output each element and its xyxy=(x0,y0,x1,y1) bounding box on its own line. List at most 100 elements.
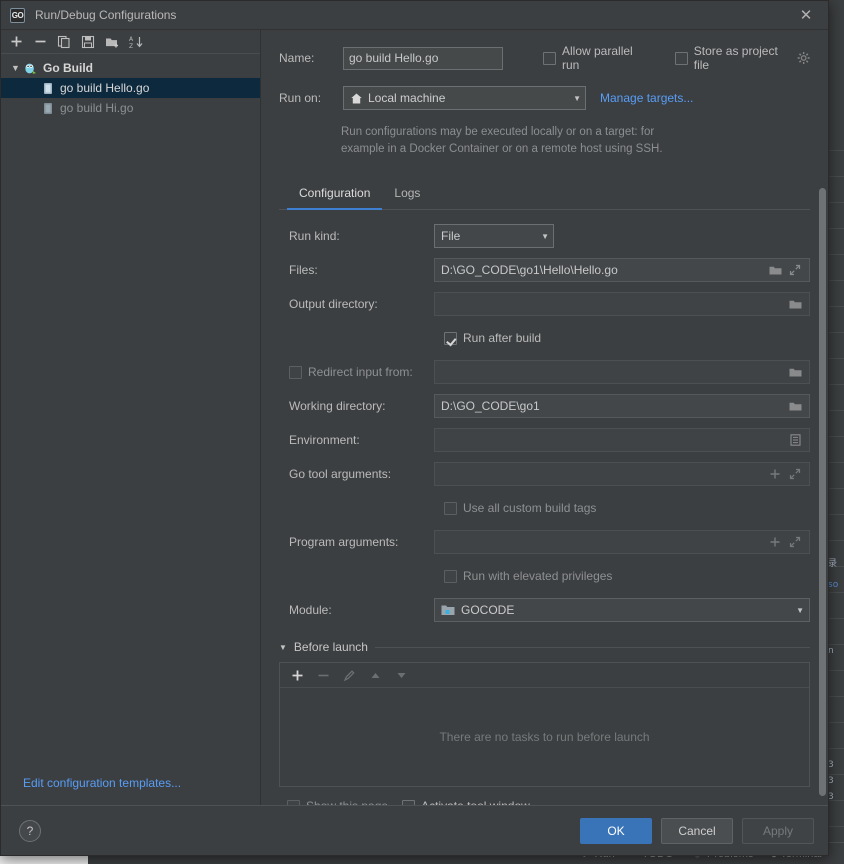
editor-text-fragment: 录 xyxy=(828,559,838,569)
folder-glyph xyxy=(789,402,801,410)
working-directory-value: D:\GO_CODE\go1 xyxy=(441,399,540,413)
plus-icon[interactable] xyxy=(766,532,784,552)
environment-row: Environment: xyxy=(279,428,810,452)
checkbox-box xyxy=(444,501,457,515)
expand-icon[interactable] xyxy=(786,532,804,552)
folder-browse-icon[interactable] xyxy=(786,294,804,314)
scrollbar-thumb[interactable] xyxy=(819,188,826,796)
new-folder-button[interactable] xyxy=(101,31,123,53)
plus-glyph xyxy=(770,469,780,479)
module-dropdown[interactable]: GOCODE ▼ xyxy=(434,598,810,622)
copy-configuration-button[interactable] xyxy=(53,31,75,53)
tree-group-go-build[interactable]: ▼ Go Build xyxy=(1,58,260,78)
working-directory-input[interactable]: D:\GO_CODE\go1 xyxy=(434,394,810,418)
run-on-hint: Run configurations may be executed local… xyxy=(341,124,771,158)
editor-vertical-scrollbar[interactable] xyxy=(818,188,827,800)
editor-line-separator xyxy=(828,618,844,619)
sort-configurations-button[interactable]: A Z xyxy=(125,31,147,53)
name-input[interactable] xyxy=(343,46,503,70)
remove-configuration-button[interactable] xyxy=(29,31,51,53)
run-after-build-label: Run after build xyxy=(463,331,542,345)
output-directory-label: Output directory: xyxy=(289,297,378,311)
run-kind-row: Run kind: File ▼ xyxy=(279,224,810,248)
checkbox-box xyxy=(543,51,556,65)
chevron-down-icon[interactable]: ▼ xyxy=(11,63,24,73)
tab-logs[interactable]: Logs xyxy=(382,180,432,210)
run-debug-configurations-dialog: GO Run/Debug Configurations ✕ A Z ▼ Go B… xyxy=(0,0,829,856)
checkbox-box xyxy=(289,365,302,379)
use-all-custom-build-tags-checkbox[interactable]: Use all custom build tags xyxy=(444,501,596,515)
name-row: Name: Allow parallel run Store as projec… xyxy=(279,44,810,72)
use-all-custom-build-tags-row: Use all custom build tags xyxy=(279,496,810,520)
goland-app-icon: GO xyxy=(10,7,25,23)
run-kind-dropdown[interactable]: File ▼ xyxy=(434,224,554,248)
before-launch-header[interactable]: ▼ Before launch xyxy=(279,640,810,654)
manage-targets-link[interactable]: Manage targets... xyxy=(600,91,693,105)
ok-button[interactable]: OK xyxy=(580,817,652,844)
edit-configuration-templates-link[interactable]: Edit configuration templates... xyxy=(23,776,181,790)
redirect-input-label: Redirect input from: xyxy=(308,365,413,379)
tree-item-go-build-hello[interactable]: go build Hello.go xyxy=(1,78,260,98)
chevron-down-icon: ▼ xyxy=(573,93,581,103)
editor-line-separator xyxy=(828,488,844,489)
environment-input[interactable] xyxy=(434,428,810,452)
gear-icon[interactable] xyxy=(797,51,810,65)
run-on-hint-line-1: Run configurations may be executed local… xyxy=(341,126,655,138)
folder-browse-icon[interactable] xyxy=(786,396,804,416)
help-button[interactable]: ? xyxy=(19,819,41,842)
allow-parallel-run-checkbox[interactable]: Allow parallel run xyxy=(543,44,648,72)
plus-icon[interactable] xyxy=(766,464,784,484)
run-config-icon xyxy=(44,102,52,114)
files-label: Files: xyxy=(289,263,318,277)
folder-browse-icon[interactable] xyxy=(766,260,784,280)
minus-icon xyxy=(35,40,45,43)
store-as-project-file-checkbox[interactable]: Store as project file xyxy=(674,44,791,72)
run-on-target-dropdown[interactable]: Local machine ▼ xyxy=(343,86,586,110)
checkbox-box xyxy=(287,799,300,805)
plus-glyph xyxy=(770,537,780,547)
save-icon xyxy=(81,35,95,48)
editor-line-separator xyxy=(828,254,844,255)
show-this-page-label: Show this page xyxy=(306,799,388,805)
go-tool-arguments-input[interactable] xyxy=(434,462,810,486)
editor-line-separator xyxy=(828,150,844,151)
files-input[interactable]: D:\GO_CODE\go1\Hello\Hello.go xyxy=(434,258,810,282)
editor-line-separator xyxy=(828,748,844,749)
minus-icon xyxy=(318,674,328,676)
show-this-page-checkbox[interactable]: Show this page xyxy=(287,799,388,805)
tree-item-go-build-hi[interactable]: go build Hi.go xyxy=(1,98,260,118)
run-with-elevated-privileges-checkbox[interactable]: Run with elevated privileges xyxy=(444,569,612,583)
editor-line-separator xyxy=(828,696,844,697)
run-after-build-checkbox[interactable]: Run after build xyxy=(444,331,541,345)
triangle-up-icon xyxy=(371,672,379,678)
redirect-input-checkbox[interactable]: Redirect input from: xyxy=(289,365,413,379)
activate-tool-window-checkbox[interactable]: Activate tool window xyxy=(402,799,530,805)
cancel-button[interactable]: Cancel xyxy=(661,817,733,844)
run-with-elevated-privileges-label: Run with elevated privileges xyxy=(463,569,613,583)
program-arguments-label: Program arguments: xyxy=(289,535,399,549)
working-directory-label: Working directory: xyxy=(289,399,386,413)
folder-browse-icon[interactable] xyxy=(786,362,804,382)
background-ide-editor: 录 so n 3 3 3 xyxy=(828,0,844,842)
triangle-down-icon[interactable]: ▼ xyxy=(279,643,287,652)
chevron-down-icon: ▼ xyxy=(796,605,804,615)
expand-icon[interactable] xyxy=(786,260,804,280)
environment-label: Environment: xyxy=(289,433,360,447)
expand-icon[interactable] xyxy=(786,464,804,484)
folder-glyph xyxy=(789,300,801,308)
add-configuration-button[interactable] xyxy=(5,31,27,53)
home-icon xyxy=(351,92,362,104)
tab-configuration[interactable]: Configuration xyxy=(287,180,383,210)
output-directory-input[interactable] xyxy=(434,292,810,316)
editor-line-separator xyxy=(828,670,844,671)
close-icon[interactable]: ✕ xyxy=(784,1,828,30)
redirect-input-field[interactable] xyxy=(434,360,810,384)
add-task-button[interactable] xyxy=(286,664,308,686)
output-directory-row: Output directory: xyxy=(279,292,810,316)
module-value: GOCODE xyxy=(461,603,515,617)
editor-line-separator xyxy=(828,826,844,827)
configuration-editor-panel: Name: Allow parallel run Store as projec… xyxy=(261,30,828,805)
list-edit-icon[interactable] xyxy=(786,430,804,450)
save-configuration-button[interactable] xyxy=(77,31,99,53)
program-arguments-input[interactable] xyxy=(434,530,810,554)
